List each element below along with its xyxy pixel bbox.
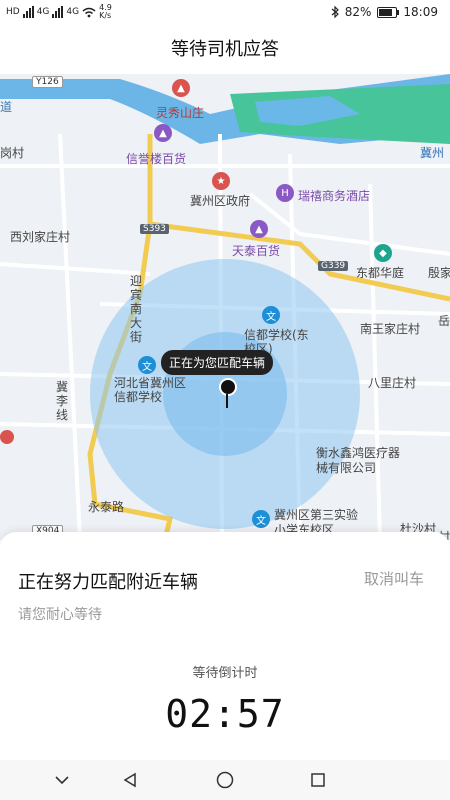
- signal-icon-2: [52, 6, 64, 18]
- nav-recents-button[interactable]: [304, 766, 332, 794]
- status-bar: HD 4G 4G 4.9 K/s 82% 18:09: [0, 0, 450, 26]
- status-left: HD 4G 4G 4.9 K/s: [6, 4, 112, 20]
- school-icon[interactable]: 文: [262, 306, 280, 324]
- countdown-label: 等待倒计时: [192, 666, 258, 681]
- countdown-timer: 02:57: [165, 692, 285, 736]
- hd-badge: HD: [6, 7, 20, 17]
- header: 等待司机应答: [0, 26, 450, 74]
- road-tag-g339: G339: [318, 261, 349, 271]
- map-label-dongdu: 东都华庭: [356, 266, 405, 280]
- map-label-hebei-xindu[interactable]: 河北省冀州区信都学校: [114, 376, 186, 404]
- matching-subtitle: 请您耐心等待: [18, 607, 102, 623]
- page-title: 等待司机应答: [171, 39, 279, 60]
- bottom-sheet: 正在努力匹配附近车辆 取消叫车 请您耐心等待 等待倒计时 02:57: [0, 532, 450, 760]
- signal-icon: [22, 6, 34, 18]
- map-label-gang: 岗村: [0, 146, 25, 160]
- home-circle-icon: [216, 771, 234, 789]
- map-label-yongtai: 永泰路: [88, 500, 125, 514]
- recents-square-icon: [311, 773, 325, 787]
- nav-home-button[interactable]: [211, 766, 239, 794]
- map-label-ruixi[interactable]: 瑞禧商务酒店: [298, 187, 370, 204]
- network-label-2: 4G: [66, 7, 80, 17]
- net-speed-unit: K/s: [99, 11, 112, 20]
- map-label-jizhou-gov[interactable]: 冀州区政府: [190, 192, 250, 209]
- back-triangle-icon: [123, 772, 136, 788]
- battery-percent: 82%: [344, 5, 372, 19]
- location-pin-tail: [226, 394, 228, 408]
- fuel-station-icon[interactable]: [0, 430, 14, 444]
- map-label-xinyu[interactable]: 信誉楼百货: [126, 150, 186, 167]
- map-view[interactable]: Y126 道 ▲ 灵秀山庄 ▲ 信誉楼百货 岗村 冀州 ★ 冀州区政府 H 瑞禧…: [0, 74, 450, 540]
- shop-icon[interactable]: ▲: [250, 220, 268, 238]
- hotel-icon[interactable]: H: [276, 184, 294, 202]
- cancel-ride-button[interactable]: 取消叫车: [364, 568, 424, 589]
- location-pin-icon: [219, 378, 237, 396]
- map-label-lingxiu[interactable]: 灵秀山庄: [156, 104, 204, 121]
- matching-tooltip: 正在为您匹配车辆: [161, 350, 274, 375]
- map-label-xiliu: 西刘家庄村: [10, 230, 71, 244]
- nav-back-button[interactable]: [116, 766, 144, 794]
- government-icon[interactable]: ★: [212, 172, 230, 190]
- school-icon[interactable]: 文: [252, 510, 270, 528]
- battery-fill: [379, 8, 393, 16]
- map-label-yue: 岳: [438, 314, 450, 328]
- school-icon[interactable]: ◆: [374, 244, 392, 262]
- map-label-dao: 道: [0, 100, 13, 114]
- map-label-tiantai[interactable]: 天泰百货: [232, 242, 280, 259]
- map-label-yin: 殷家: [428, 266, 450, 280]
- network-label-1: 4G: [36, 7, 50, 17]
- shop-icon[interactable]: ▲: [154, 124, 172, 142]
- system-nav-bar: [0, 760, 450, 800]
- school-icon[interactable]: 文: [138, 356, 156, 374]
- matching-title: 正在努力匹配附近车辆: [18, 572, 198, 593]
- road-tag-s393: S393: [140, 224, 169, 234]
- nav-collapse-button[interactable]: [48, 766, 76, 794]
- battery-icon: [377, 6, 400, 18]
- net-speed: 4.9 K/s: [99, 4, 112, 20]
- clock: 18:09: [403, 5, 438, 19]
- chevron-down-icon: [55, 776, 69, 785]
- map-label-balizhuang: 八里庄村: [368, 376, 417, 390]
- map-label-yingbin: 迎宾南大街: [130, 274, 143, 344]
- status-right: 82% 18:09: [331, 5, 438, 19]
- map-label-jili: 冀李线: [56, 380, 69, 422]
- map-label-ji: 冀州: [420, 146, 445, 160]
- wifi-icon: [82, 7, 96, 17]
- map-label-hengshui[interactable]: 衡水鑫鸿医疗器械有限公司: [316, 446, 402, 476]
- map-label-nanwang: 南王家庄村: [360, 322, 421, 336]
- bluetooth-icon: [331, 6, 339, 18]
- shop-icon[interactable]: ▲: [172, 79, 190, 97]
- road-tag-y126: Y126: [32, 76, 63, 88]
